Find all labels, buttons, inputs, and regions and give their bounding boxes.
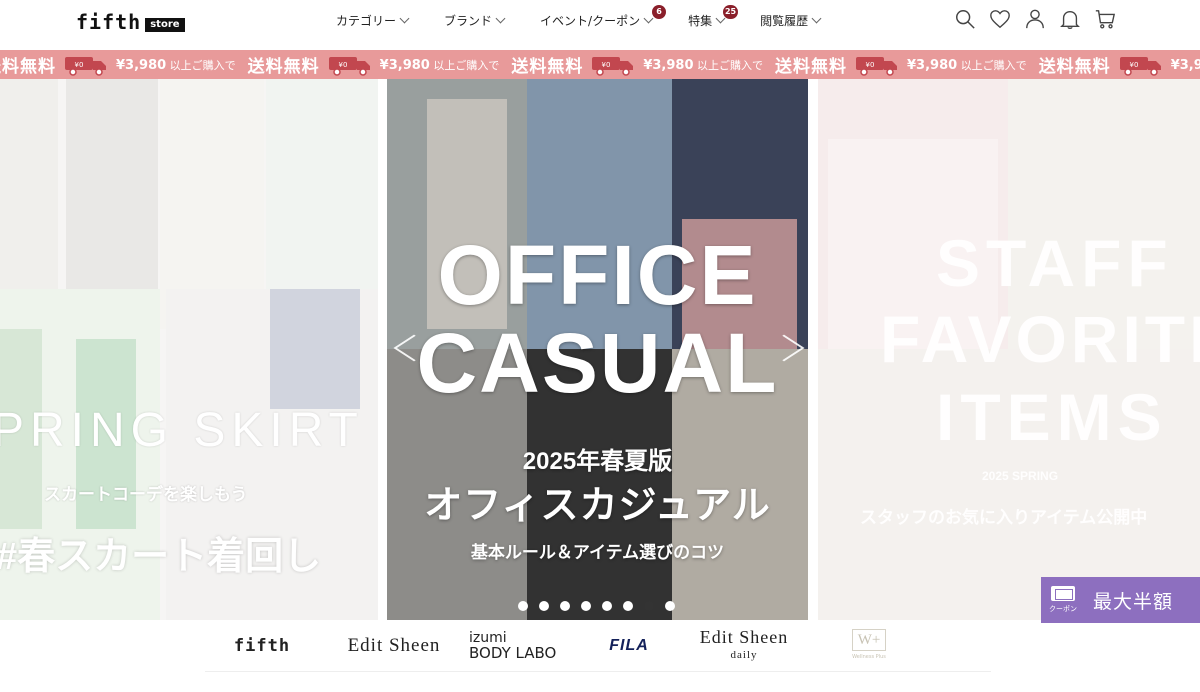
shipping-condition: ¥3,980 以上ご購入で bbox=[1170, 57, 1200, 73]
brand-fifth[interactable]: fifth bbox=[205, 636, 319, 656]
brand-izumi-body-labo[interactable]: izumi BODY LABO bbox=[469, 630, 579, 662]
carousel-dot[interactable] bbox=[518, 601, 528, 611]
truck-icon: ¥0 bbox=[592, 56, 634, 76]
nav-event-coupon-label: イベント/クーポン bbox=[540, 14, 641, 28]
brand-body-labo-label: BODY LABO bbox=[469, 643, 557, 662]
heart-icon[interactable] bbox=[989, 8, 1011, 30]
chevron-down-icon bbox=[495, 13, 506, 24]
coupon-button[interactable]: クーポン 最大半額 bbox=[1041, 577, 1200, 623]
promo-unit: 送料無料 ¥0 ¥3,980 以上ご購入で bbox=[1039, 52, 1200, 77]
slide-staff-favorite[interactable]: STAFF FAVORITE ITEMS 2025 SPRING スタッフのお気… bbox=[818, 79, 1200, 620]
slide-title-line2: FAVORITE bbox=[880, 302, 1200, 376]
carousel-dots bbox=[518, 601, 675, 611]
nav-history[interactable]: 閲覧履歴 bbox=[760, 12, 822, 29]
slide-office-casual[interactable]: OFFICE CASUAL 2025年春夏版 オフィスカジュアル 基本ルール＆ア… bbox=[387, 79, 808, 620]
slide-title-jp: オフィスカジュアル bbox=[424, 485, 771, 527]
bell-icon[interactable] bbox=[1059, 8, 1081, 30]
brand-edit-sheen[interactable]: Edit Sheen bbox=[319, 635, 469, 657]
slide-spring-skirt[interactable]: PRING SKIRT スカートコーデを楽しもう #春スカート着回し bbox=[0, 79, 378, 620]
logo-badge: store bbox=[145, 17, 185, 32]
chevron-down-icon bbox=[811, 13, 822, 24]
search-icon[interactable] bbox=[954, 8, 976, 30]
brand-edit-sheen-daily-label: Edit Sheen bbox=[699, 626, 789, 647]
slide-edition: 2025年春夏版 bbox=[522, 448, 673, 475]
coupon-icon-label: クーポン bbox=[1049, 605, 1077, 613]
free-shipping-text: 送料無料 bbox=[775, 57, 848, 77]
slide-headline: PRING SKIRT bbox=[0, 404, 364, 457]
promo-unit: 送料無料 ¥0 ¥3,980 以上ご購入で bbox=[248, 52, 506, 77]
free-shipping-banner[interactable]: 送料無料¥0¥3,980 以上ご購入で送料無料¥0¥3,980 以上ご購入で送料… bbox=[0, 50, 1200, 79]
carousel-dot[interactable] bbox=[644, 601, 654, 611]
slide-subtitle: 基本ルール＆アイテム選びのコツ bbox=[470, 543, 725, 562]
nav-feature[interactable]: 特集 25 bbox=[688, 5, 739, 29]
slide-season: 2025 SPRING bbox=[982, 469, 1059, 483]
brand-fila[interactable]: FILA bbox=[579, 637, 679, 655]
nav-count-badge: 6 bbox=[652, 5, 667, 19]
slide-title-line3: ITEMS bbox=[936, 380, 1168, 454]
truck-icon: ¥0 bbox=[1119, 56, 1161, 76]
free-shipping-text: 送料無料 bbox=[511, 57, 584, 77]
svg-text:¥0: ¥0 bbox=[1129, 61, 1138, 69]
slide-title-line1: OFFICE bbox=[437, 228, 758, 322]
slide-subtitle: スタッフのお気に入りアイテム公開中 bbox=[860, 508, 1148, 527]
free-shipping-text: 送料無料 bbox=[0, 57, 56, 77]
site-logo[interactable]: fifth store bbox=[76, 10, 185, 34]
nav-feature-label: 特集 bbox=[688, 14, 713, 28]
hero-carousel: PRING SKIRT スカートコーデを楽しもう #春スカート着回し OFFIC… bbox=[0, 79, 1200, 620]
main-nav: カテゴリー ブランド イベント/クーポン 6 特集 25 閲覧履歴 bbox=[336, 5, 856, 29]
brand-fila-label: FILA bbox=[609, 636, 649, 654]
chevron-down-icon bbox=[399, 13, 410, 24]
svg-text:¥0: ¥0 bbox=[602, 61, 611, 69]
promo-unit: 送料無料 ¥0 ¥3,980 以上ご購入で bbox=[511, 52, 769, 77]
shipping-condition: ¥3,980 以上ご購入で bbox=[116, 57, 236, 73]
nav-brand[interactable]: ブランド bbox=[444, 12, 506, 29]
svg-text:¥0: ¥0 bbox=[866, 61, 875, 69]
nav-event-coupon[interactable]: イベント/クーポン 6 bbox=[540, 5, 667, 29]
promo-unit: 送料無料 ¥0 ¥3,980 以上ご購入で bbox=[775, 52, 1033, 77]
coupon-text: 最大半額 bbox=[1093, 590, 1174, 613]
truck-icon: ¥0 bbox=[65, 56, 106, 76]
carousel-next-arrow[interactable] bbox=[784, 324, 802, 374]
nav-history-label: 閲覧履歴 bbox=[760, 14, 809, 28]
svg-text:¥0: ¥0 bbox=[338, 61, 347, 69]
logo-text: fifth bbox=[76, 10, 142, 34]
carousel-dot[interactable] bbox=[539, 601, 549, 611]
nav-count-badge: 25 bbox=[722, 5, 739, 19]
site-header: fifth store カテゴリー ブランド イベント/クーポン 6 特集 25… bbox=[0, 0, 1200, 50]
user-icon[interactable] bbox=[1024, 8, 1046, 30]
header-icons bbox=[954, 8, 1116, 30]
free-shipping-text: 送料無料 bbox=[1038, 57, 1111, 77]
brand-wellness-plus[interactable]: W+ Wellness Plus bbox=[809, 628, 929, 663]
nav-category[interactable]: カテゴリー bbox=[336, 12, 410, 29]
slide-subline: スカートコーデを楽しもう bbox=[44, 485, 248, 504]
nav-category-label: カテゴリー bbox=[336, 14, 397, 28]
coupon-icon: クーポン bbox=[1041, 577, 1085, 623]
promo-unit: 送料無料 ¥0 ¥3,980 以上ご購入で bbox=[0, 52, 242, 77]
brand-wellness-logo: W+ bbox=[851, 628, 887, 651]
truck-icon: ¥0 bbox=[856, 56, 898, 76]
shipping-condition: ¥3,980 以上ご購入で bbox=[643, 57, 764, 73]
free-shipping-text: 送料無料 bbox=[247, 57, 320, 77]
brand-edit-sheen-daily[interactable]: Edit Sheen daily bbox=[679, 628, 809, 664]
shipping-condition: ¥3,980 以上ご購入で bbox=[907, 57, 1027, 73]
carousel-dot[interactable] bbox=[602, 601, 612, 611]
brand-daily-label: daily bbox=[730, 648, 758, 661]
cart-icon[interactable] bbox=[1094, 8, 1116, 30]
slide-tagline: #春スカート着回し bbox=[0, 536, 322, 578]
brand-row: fifth Edit Sheen izumi BODY LABO FILA Ed… bbox=[205, 620, 991, 672]
truck-icon: ¥0 bbox=[328, 56, 370, 76]
svg-text:¥0: ¥0 bbox=[75, 61, 84, 69]
brand-edit-sheen-label: Edit Sheen bbox=[347, 634, 441, 656]
carousel-prev-arrow[interactable] bbox=[396, 324, 414, 374]
slide-title-line1: STAFF bbox=[936, 226, 1174, 300]
shipping-condition: ¥3,980 以上ご購入で bbox=[379, 57, 500, 73]
carousel-dot[interactable] bbox=[560, 601, 570, 611]
carousel-dot[interactable] bbox=[665, 601, 675, 611]
brand-fifth-label: fifth bbox=[233, 635, 291, 656]
brand-wellness-plus-label: Wellness Plus bbox=[852, 653, 886, 660]
carousel-dot[interactable] bbox=[623, 601, 633, 611]
carousel-dot[interactable] bbox=[581, 601, 591, 611]
nav-brand-label: ブランド bbox=[444, 14, 493, 28]
slide-title-line2: CASUAL bbox=[416, 316, 779, 410]
